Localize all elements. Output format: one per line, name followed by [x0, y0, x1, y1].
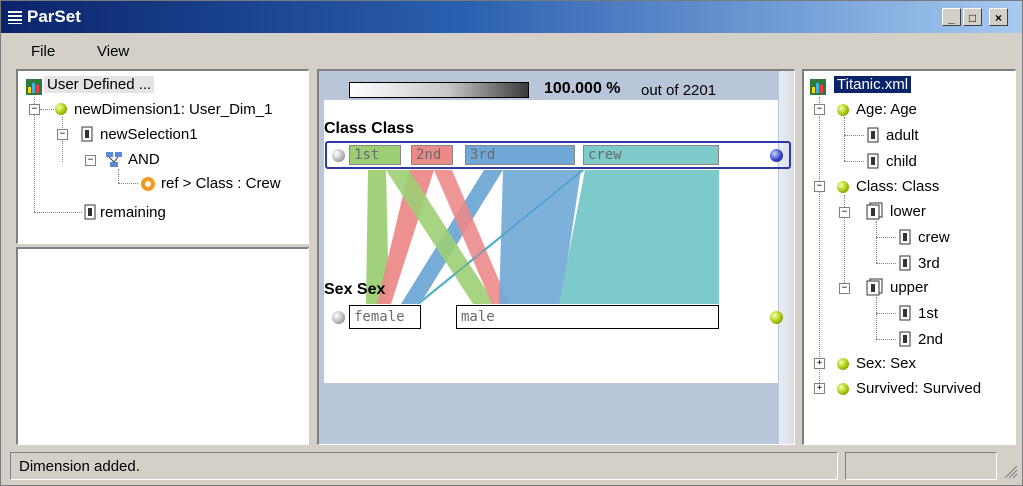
tree-node-dimension[interactable]: newDimension1: User_Dim_1 [74, 101, 272, 118]
tree-line [844, 117, 845, 161]
data-tree-panel: Titanic.xml − Age: Age adult child − Cla… [802, 69, 1016, 445]
collapse-icon[interactable]: − [814, 181, 825, 192]
tree-root-titanic[interactable]: Titanic.xml [834, 76, 912, 93]
tree-node-adult[interactable]: adult [886, 127, 919, 144]
tree-line [876, 313, 896, 314]
group-upper-icon [866, 278, 883, 296]
expand-icon[interactable]: + [814, 383, 825, 394]
minimize-icon: _ [948, 11, 955, 25]
tree-node-remaining[interactable]: remaining [100, 204, 166, 221]
tree-node-selection[interactable]: newSelection1 [100, 126, 198, 143]
title-bar[interactable]: ParSet _ □ × [1, 1, 1022, 33]
tree-line [876, 237, 896, 238]
value-3rd-icon [899, 255, 911, 271]
tree-line [876, 221, 877, 263]
tree-line [118, 169, 119, 183]
tree-line [876, 297, 877, 339]
tree-line [844, 161, 864, 162]
class-axis-right-knob[interactable] [770, 149, 783, 162]
sex-axis-left-knob[interactable] [332, 311, 345, 324]
class-axis-left-knob[interactable] [332, 149, 345, 162]
tree-line [876, 339, 896, 340]
maximize-button[interactable]: □ [963, 8, 982, 26]
sex-ball-icon [837, 358, 849, 370]
tree-line [819, 97, 820, 383]
status-message: Dimension added. [19, 458, 140, 475]
tree-node-upper[interactable]: upper [890, 279, 928, 296]
remaining-icon [84, 204, 96, 220]
dataset-icon [810, 79, 826, 95]
close-button[interactable]: × [989, 8, 1008, 26]
tree-node-lower[interactable]: lower [890, 203, 926, 220]
resize-grip-icon[interactable] [1002, 463, 1018, 479]
tree-line [118, 183, 138, 184]
tree-node-child[interactable]: child [886, 153, 917, 170]
tree-line [40, 109, 54, 110]
window-title: ParSet [27, 7, 81, 26]
value-1st-icon [899, 305, 911, 321]
tree-node-age[interactable]: Age: Age [856, 101, 917, 118]
status-secondary-pane [845, 452, 997, 480]
collapse-icon[interactable]: − [839, 207, 850, 218]
maximize-icon: □ [968, 11, 977, 25]
category-female[interactable]: female [349, 305, 421, 329]
value-crew-icon [899, 229, 911, 245]
category-crew[interactable]: crew [583, 145, 719, 165]
menu-bar: File View [1, 37, 1022, 65]
category-male[interactable]: male [456, 305, 719, 329]
user-defined-tree-panel: User Defined ... − newDimension1: User_D… [16, 69, 309, 244]
selection-icon [81, 126, 93, 142]
minimize-button[interactable]: _ [942, 8, 961, 26]
tree-line [876, 263, 896, 264]
menu-file[interactable]: File [31, 43, 55, 60]
tree-node-crew[interactable]: crew [918, 229, 950, 246]
parallel-sets-panel[interactable]: 100.000 % out of 2201 Class Class 1st 2n… [317, 69, 795, 445]
tree-node-survived[interactable]: Survived: Survived [856, 380, 981, 397]
tree-node-ref[interactable]: ref > Class : Crew [161, 175, 281, 192]
tree-node-1st[interactable]: 1st [918, 305, 938, 322]
collapse-icon[interactable]: − [839, 283, 850, 294]
collapse-icon[interactable]: − [57, 129, 68, 140]
sex-axis-right-knob[interactable] [770, 311, 783, 324]
group-lower-icon [866, 202, 883, 220]
category-3rd[interactable]: 3rd [465, 145, 575, 165]
menu-view[interactable]: View [97, 43, 129, 60]
category-2nd[interactable]: 2nd [411, 145, 453, 165]
class-ball-icon [837, 181, 849, 193]
tree-node-class[interactable]: Class: Class [856, 178, 939, 195]
close-icon: × [994, 11, 1002, 25]
tree-line [844, 135, 864, 136]
collapse-icon[interactable]: − [85, 155, 96, 166]
app-window: ParSet _ □ × File View User Defined ... … [0, 0, 1023, 486]
folder-chart-icon [26, 79, 42, 95]
collapse-icon[interactable]: − [814, 104, 825, 115]
tree-node-and[interactable]: AND [128, 151, 160, 168]
left-bottom-panel [16, 247, 309, 445]
tree-node-sex[interactable]: Sex: Sex [856, 355, 916, 372]
value-child-icon [867, 153, 879, 169]
tree-node-2nd[interactable]: 2nd [918, 331, 943, 348]
tree-root-user-defined[interactable]: User Defined ... [44, 76, 155, 93]
survived-ball-icon [837, 383, 849, 395]
value-2nd-icon [899, 331, 911, 347]
value-adult-icon [867, 127, 879, 143]
expand-icon[interactable]: + [814, 358, 825, 369]
age-ball-icon [837, 104, 849, 116]
category-1st[interactable]: 1st [349, 145, 401, 165]
ribbon-crew-male[interactable] [559, 170, 719, 304]
reference-icon [141, 177, 155, 191]
and-operator-icon [106, 152, 122, 167]
dimension-ball-icon [55, 103, 67, 115]
tree-node-3rd[interactable]: 3rd [918, 255, 940, 272]
sex-dimension-label: Sex Sex [324, 281, 386, 298]
parset-app-icon [8, 11, 22, 24]
tree-line [34, 212, 82, 213]
collapse-icon[interactable]: − [29, 104, 40, 115]
ribbons [366, 169, 719, 305]
